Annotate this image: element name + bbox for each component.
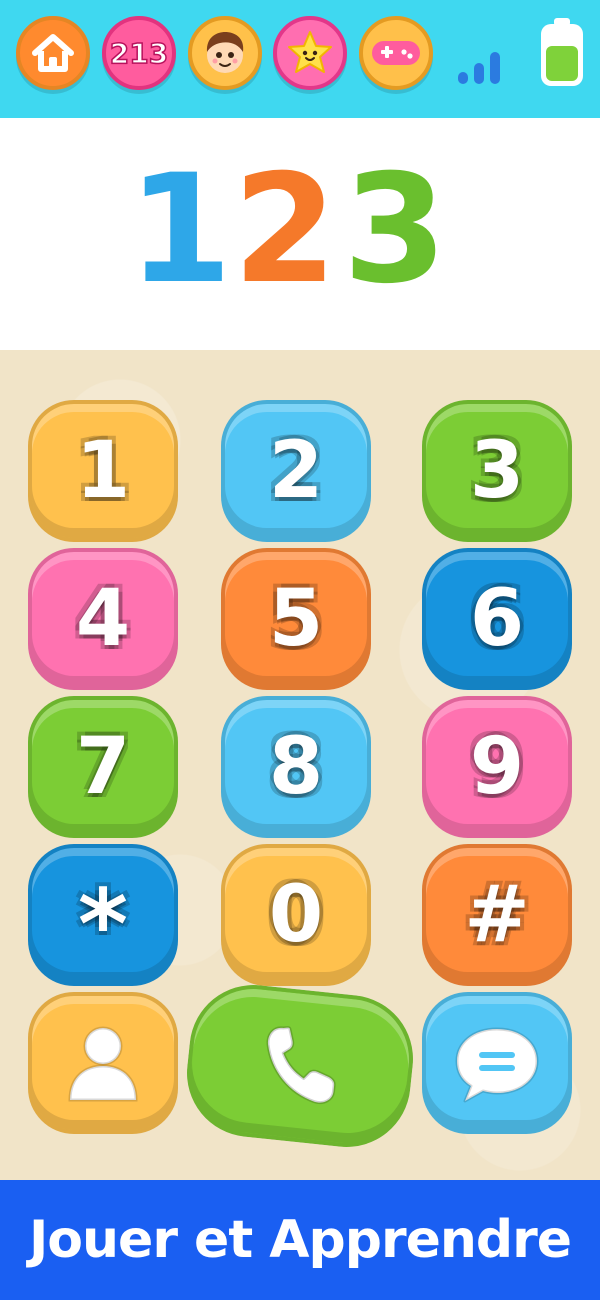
numbers-icon: 213 <box>109 36 169 71</box>
battery-icon <box>541 18 583 86</box>
contact-icon <box>68 1026 138 1102</box>
messages-button[interactable] <box>422 992 572 1134</box>
key-5[interactable]: 5 <box>221 548 371 690</box>
call-button[interactable] <box>180 978 420 1154</box>
key-0[interactable]: 0 <box>221 844 371 986</box>
key-label: 5 <box>268 574 324 664</box>
game-button[interactable] <box>359 16 433 90</box>
star-icon <box>288 31 332 73</box>
display-digits: 1 2 3 <box>130 153 447 303</box>
key-7[interactable]: 7 <box>28 696 178 838</box>
key-label: # <box>464 870 530 960</box>
key-label: 1 <box>75 426 131 516</box>
key-label: 4 <box>75 574 131 664</box>
key-label: 2 <box>268 426 324 516</box>
key-label: 7 <box>75 722 131 812</box>
key-label: 0 <box>268 870 324 960</box>
banner-title: Jouer et Apprendre <box>28 1210 572 1270</box>
key-1[interactable]: 1 <box>28 400 178 542</box>
key-label: 6 <box>469 574 525 664</box>
numbers-icon-text: 213 <box>110 37 168 70</box>
key-star[interactable]: * <box>28 844 178 986</box>
contacts-button[interactable] <box>28 992 178 1134</box>
key-6[interactable]: 6 <box>422 548 572 690</box>
key-2[interactable]: 2 <box>221 400 371 542</box>
key-8[interactable]: 8 <box>221 696 371 838</box>
numbers-button[interactable]: 213 <box>102 16 176 90</box>
message-icon <box>455 1027 539 1103</box>
key-label: * <box>77 869 129 981</box>
key-label: 8 <box>268 722 324 812</box>
key-label: 9 <box>469 722 525 812</box>
display-digit-2: 2 <box>233 153 337 303</box>
key-4[interactable]: 4 <box>28 548 178 690</box>
display-digit-1: 1 <box>130 153 232 303</box>
keypad: 1 2 3 4 5 6 7 8 9 * 0 # <box>0 350 600 1180</box>
gamepad-icon <box>372 41 420 65</box>
number-display: 123 1 2 3 <box>0 118 600 350</box>
phone-call-icon <box>266 1026 336 1105</box>
star-button[interactable] <box>273 16 347 90</box>
boy-face-icon <box>206 32 244 73</box>
home-icon <box>32 34 74 72</box>
bottom-banner: Jouer et Apprendre <box>0 1180 600 1300</box>
key-3[interactable]: 3 <box>422 400 572 542</box>
key-9[interactable]: 9 <box>422 696 572 838</box>
character-button[interactable] <box>188 16 262 90</box>
home-button[interactable] <box>16 16 90 90</box>
key-hash[interactable]: # <box>422 844 572 986</box>
display-digit-3: 3 <box>343 153 447 303</box>
signal-bars-icon <box>458 52 500 84</box>
key-label: 3 <box>469 426 525 516</box>
top-navigation-bar: 213 <box>0 0 600 118</box>
